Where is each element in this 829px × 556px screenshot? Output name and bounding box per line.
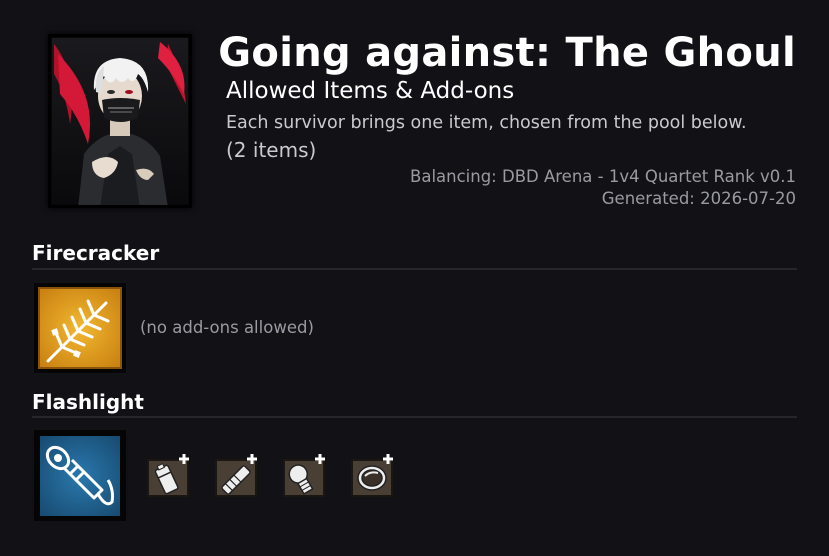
balancing-info: Balancing: DBD Arena - 1v4 Quartet Rank …: [410, 167, 796, 186]
flashlight-addon-bulb[interactable]: [280, 452, 328, 500]
section-title-firecracker: Firecracker: [32, 241, 160, 265]
flashlight-addon-handle[interactable]: [212, 452, 260, 500]
section-divider: [32, 416, 797, 418]
page-subtitle: Allowed Items & Add-ons: [226, 78, 515, 104]
ghoul-portrait-icon: [48, 34, 192, 208]
flashlight-addon-lens[interactable]: [348, 452, 396, 500]
firecracker-item[interactable]: [34, 283, 126, 373]
flashlight-item[interactable]: [34, 430, 126, 521]
page-description: Each survivor brings one item, chosen fr…: [226, 113, 747, 133]
no-addons-note: (no add-ons allowed): [140, 318, 314, 337]
bulb-addon-icon: [283, 454, 325, 497]
firecracker-icon: [38, 287, 122, 369]
flashlight-icon: [40, 436, 120, 516]
battery-addon-icon: [147, 454, 189, 497]
handle-addon-icon: [215, 454, 257, 497]
page-title: Going against: The Ghoul: [218, 30, 796, 76]
item-count: (2 items): [226, 138, 317, 162]
generated-date: Generated: 2026-07-20: [601, 189, 796, 208]
flashlight-addon-battery[interactable]: [144, 452, 192, 500]
section-title-flashlight: Flashlight: [32, 390, 144, 414]
section-divider: [32, 268, 797, 270]
killer-portrait: [48, 34, 192, 208]
lens-addon-icon: [351, 454, 393, 497]
